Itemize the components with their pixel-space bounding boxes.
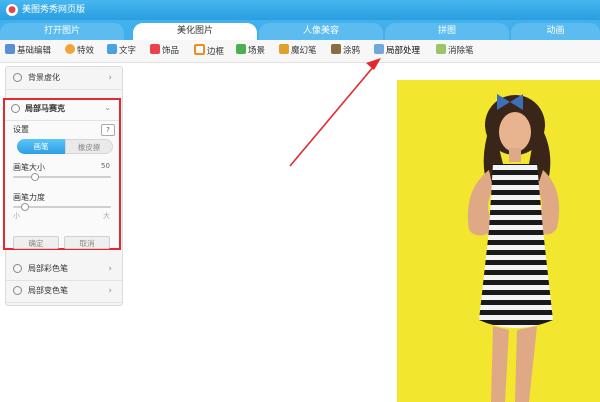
tool-local-processing[interactable]: 局部处理 [374, 44, 420, 58]
color-pen-icon [13, 264, 22, 273]
brush-size-slider[interactable] [13, 176, 111, 178]
tool-label: 饰品 [162, 46, 180, 56]
sidebar-item-label: 局部彩色笔 [28, 264, 68, 273]
brush-mode-label: 画笔 [33, 142, 49, 151]
meitu-logo-icon: ● [6, 4, 18, 16]
sidebar-item-label: 局部变色笔 [28, 286, 68, 295]
cancel-button[interactable]: 取消 [64, 236, 110, 249]
tool-label: 消除笔 [448, 46, 474, 56]
tool-label: 边框 [207, 47, 225, 57]
tool-label: 魔幻笔 [291, 46, 317, 56]
tool-label: 基础编辑 [17, 46, 52, 56]
tab-collage[interactable]: 拼图 [385, 23, 509, 40]
strength-max-label: 大 [103, 212, 110, 220]
photo-canvas[interactable] [397, 80, 600, 402]
tab-label: 拼图 [437, 26, 456, 36]
app-title: 美图秀秀网页版 [22, 5, 86, 15]
eraser-mode-label: 橡皮擦 [77, 143, 101, 152]
brush-size-value: 50 [101, 162, 110, 170]
tab-portrait[interactable]: 人像美容 [259, 23, 383, 40]
tool-accessories[interactable]: 饰品 [150, 44, 179, 58]
tool-basic-edit[interactable]: 基础编辑 [5, 44, 51, 58]
title-bar: ● 美图秀秀网页版 [0, 0, 600, 20]
sidebar-item-local-color-pen[interactable]: 局部彩色笔 › [6, 258, 122, 281]
eraser-mode-button[interactable]: 橡皮擦 [65, 139, 113, 154]
tool-scene[interactable]: 场景 [236, 44, 265, 58]
tool-effects[interactable]: 特效 [65, 44, 94, 58]
main-tab-bar: 打开图片 美化图片 人像美容 拼图 动画 [0, 20, 600, 40]
tool-text[interactable]: 文字 [107, 44, 136, 58]
settings-label: 设置 [13, 125, 29, 134]
sidebar-item-background-blur[interactable]: 背景虚化 › [6, 67, 122, 90]
tool-label: 文字 [119, 46, 137, 56]
tab-label: 人像美容 [302, 26, 339, 36]
brush-icon [331, 44, 341, 54]
tool-frame[interactable]: 边框 [194, 44, 224, 58]
tool-label: 局部处理 [386, 46, 421, 56]
brush-mode-button[interactable]: 画笔 [17, 139, 65, 154]
tool-label: 特效 [77, 46, 95, 56]
landscape-icon [236, 44, 246, 54]
chevron-right-icon: › [108, 286, 112, 296]
tab-beautify-image[interactable]: 美化图片 [133, 23, 257, 40]
chevron-right-icon: › [108, 73, 112, 83]
mosaic-icon [11, 104, 20, 113]
sliders-icon [5, 44, 15, 54]
brush-strength-label: 画笔力度 [13, 193, 45, 202]
sidebar-item-local-recolor-pen[interactable]: 局部变色笔 › [6, 280, 122, 303]
tab-label: 美化图片 [176, 26, 213, 36]
frame-icon [194, 44, 205, 55]
eraser-icon [436, 44, 446, 54]
sidebar-item-label: 背景虚化 [28, 73, 60, 82]
tool-label: 涂鸦 [343, 46, 361, 56]
chevron-right-icon: › [108, 264, 112, 274]
sidebar-item-label: 局部马赛克 [25, 104, 65, 113]
brush-strength-handle[interactable] [20, 203, 29, 211]
chevron-down-icon: › [102, 107, 113, 111]
bow-icon [150, 44, 160, 54]
help-button[interactable]: ? [101, 124, 115, 136]
magic-wand-icon [65, 44, 75, 54]
pen-icon [279, 44, 289, 54]
tab-label: 打开图片 [43, 26, 80, 36]
tab-animation[interactable]: 动画 [511, 23, 600, 40]
sidebar-item-local-mosaic[interactable]: 局部马赛克 › [5, 98, 119, 121]
local-mosaic-panel: 局部马赛克 › 设置 ? 画笔 橡皮擦 画笔大小 50 画笔力度 小 大 确定 … [3, 98, 121, 250]
tool-eraser-pen[interactable]: 消除笔 [436, 44, 474, 58]
confirm-button[interactable]: 确定 [13, 236, 59, 249]
strength-min-label: 小 [13, 212, 20, 220]
tab-label: 动画 [546, 26, 565, 36]
brush-size-handle[interactable] [30, 173, 39, 181]
blur-icon [13, 73, 22, 82]
recolor-pen-icon [13, 286, 22, 295]
brush-size-label: 画笔大小 [13, 163, 45, 172]
tool-graffiti[interactable]: 涂鸦 [331, 44, 360, 58]
text-icon [107, 44, 117, 54]
portrait-photo [467, 94, 560, 402]
tab-open-image[interactable]: 打开图片 [0, 23, 124, 40]
tool-label: 场景 [248, 46, 266, 56]
tool-bar: 基础编辑 特效 文字 饰品 边框 场景 魔幻笔 涂鸦 局部处理 消除笔 [0, 40, 600, 63]
local-brush-icon [374, 44, 384, 54]
tool-magic-pen[interactable]: 魔幻笔 [279, 44, 317, 58]
